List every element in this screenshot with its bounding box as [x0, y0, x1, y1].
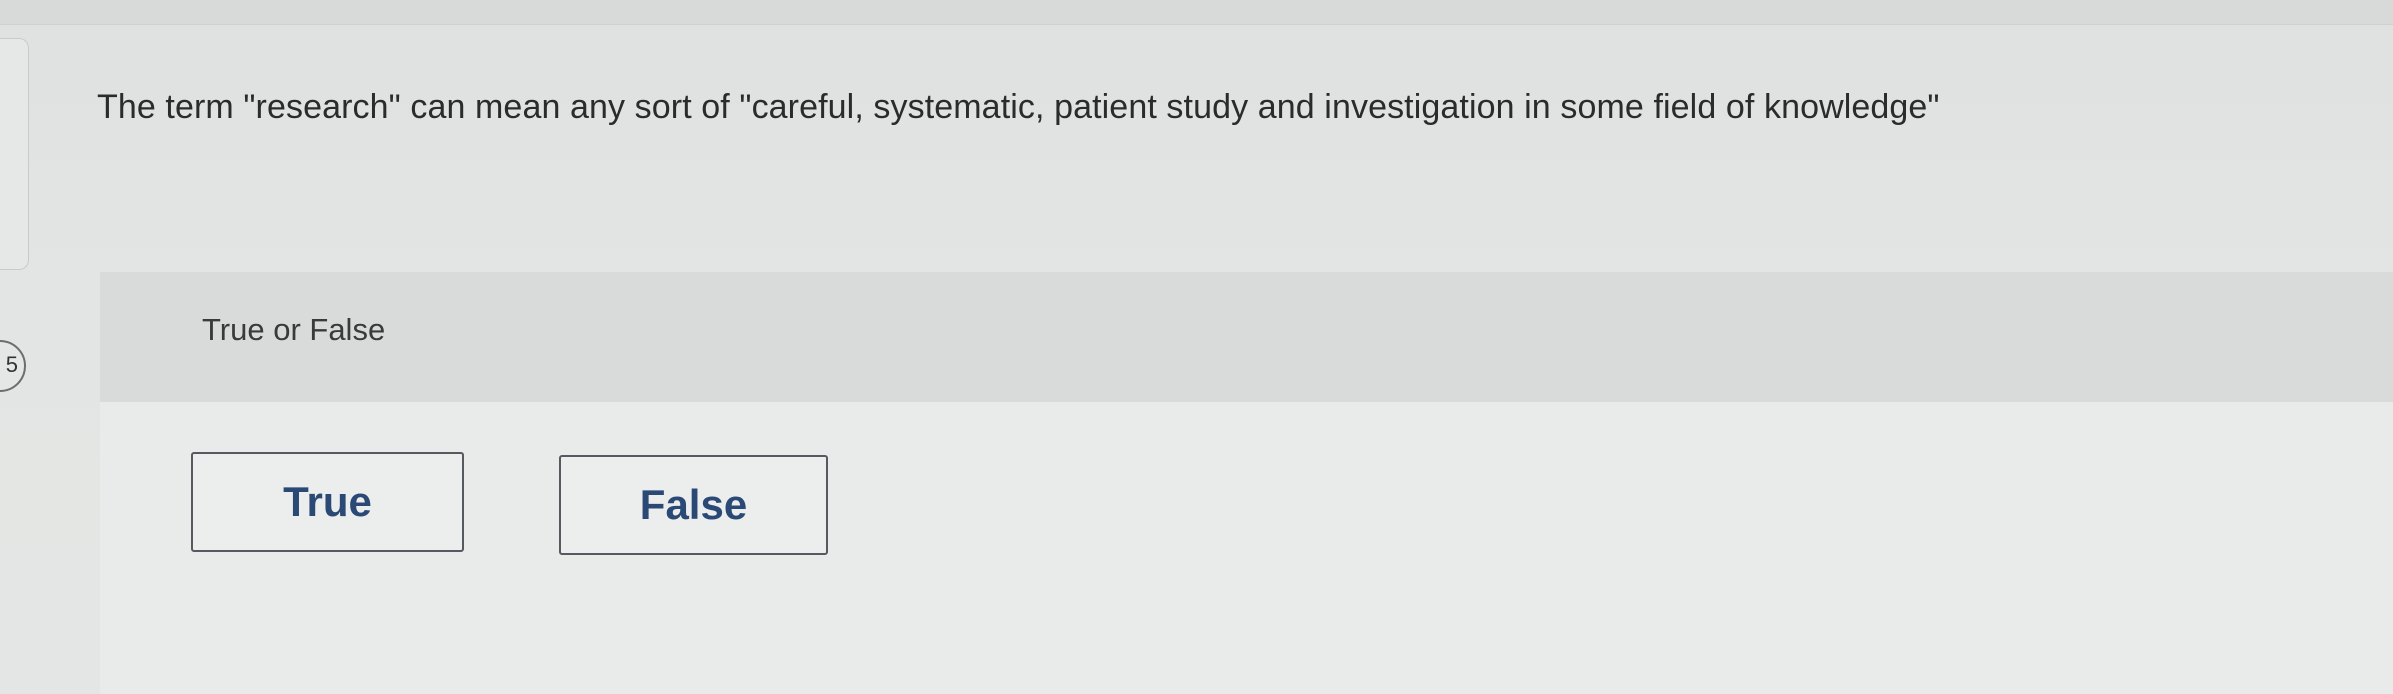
answer-panel-header: True or False — [100, 272, 2393, 402]
false-button[interactable]: False — [559, 455, 828, 555]
true-button[interactable]: True — [191, 452, 464, 552]
answer-panel: True or False True False — [100, 272, 2393, 694]
question-number: 5 — [5, 352, 18, 377]
question-number-badge[interactable]: 5 — [0, 340, 26, 392]
question-text: The term "research" can mean any sort of… — [97, 88, 1940, 126]
question-type-prompt: True or False — [202, 312, 386, 347]
side-panel-tab[interactable] — [0, 38, 29, 270]
top-toolbar-strip — [0, 0, 2393, 25]
